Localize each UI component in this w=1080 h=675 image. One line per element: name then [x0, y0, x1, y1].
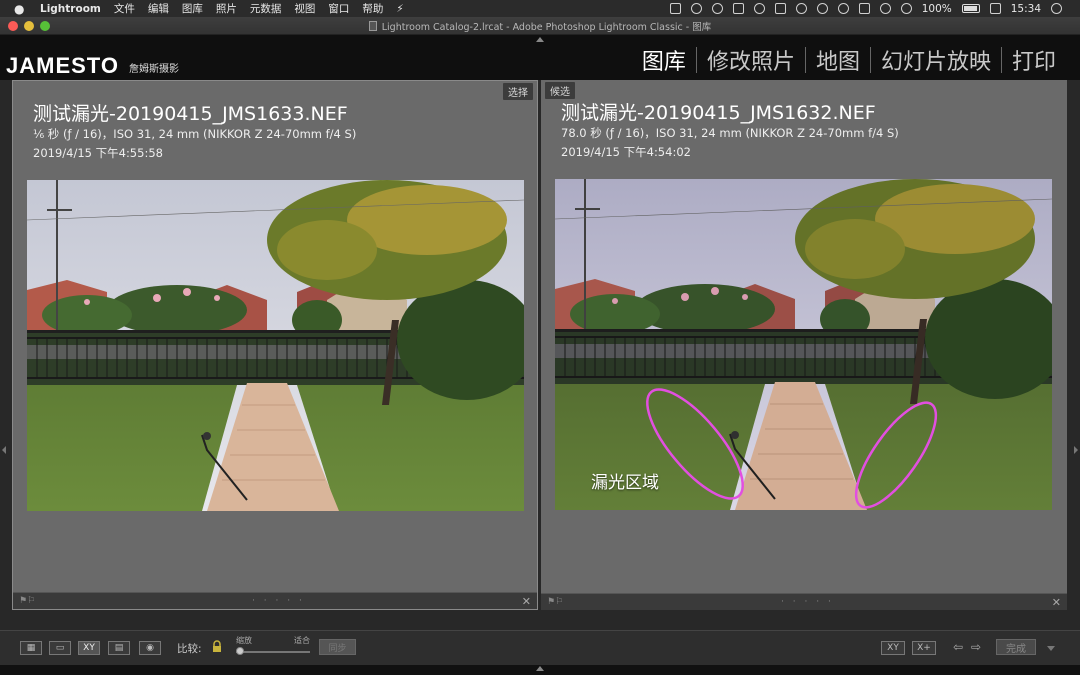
cloud-status-icon[interactable] [711, 3, 723, 14]
done-button[interactable]: 完成 [996, 639, 1036, 655]
flag-status-icon[interactable] [795, 3, 807, 14]
menu-photo[interactable]: 照片 [216, 1, 237, 16]
make-select-icon[interactable]: X+ [912, 641, 936, 655]
identity-subtitle: 詹姆斯摄影 [128, 64, 179, 75]
grid-status-icon[interactable] [669, 3, 681, 14]
search-icon[interactable] [816, 3, 828, 14]
select-tag: 选择 [503, 83, 533, 100]
app-status-icon[interactable] [690, 3, 702, 14]
catalog-doc-icon [368, 20, 377, 31]
flag-icon[interactable]: ⚑⚐ [547, 597, 563, 607]
right-panel-toggle-icon[interactable] [1074, 446, 1078, 454]
s-status-icon[interactable] [732, 3, 744, 14]
traffic-lights [8, 21, 50, 31]
circle-status-icon[interactable] [753, 3, 765, 14]
airplay-icon[interactable] [858, 3, 870, 14]
module-library[interactable]: 图库 [632, 44, 696, 76]
reject-icon[interactable]: ✕ [522, 595, 531, 608]
select-pane[interactable]: 选择 测试漏光-20190415_JMS1633.NEF ⅙ 秒 (ƒ / 16… [12, 80, 538, 610]
select-photo-image [27, 180, 524, 511]
menu-help[interactable]: 帮助 [362, 1, 383, 16]
module-print[interactable]: 打印 [1002, 44, 1066, 76]
switch-icon[interactable] [989, 3, 1001, 14]
select-filename: 测试漏光-20190415_JMS1633.NEF [33, 103, 348, 125]
maximize-window-button[interactable] [40, 21, 50, 31]
module-picker: 图库 修改照片 地图 幻灯片放映 打印 [632, 44, 1066, 76]
menu-view[interactable]: 视图 [294, 1, 315, 16]
candidate-exif: 78.0 秒 (ƒ / 16)，ISO 31, 24 mm (NIKKOR Z … [561, 126, 899, 140]
menu-lightroom[interactable]: Lightroom [40, 3, 101, 15]
menu-edit[interactable]: 编辑 [148, 1, 169, 16]
menu-library[interactable]: 图库 [182, 1, 203, 16]
sync-button[interactable]: 同步 [319, 639, 356, 655]
toolbar-options-icon[interactable] [1047, 646, 1055, 651]
module-develop[interactable]: 修改照片 [697, 44, 805, 76]
lightroom-window: ● Lightroom 文件 编辑 图库 照片 元数据 视图 窗口 帮助 ⚡ 1… [0, 0, 1080, 675]
menu-metadata[interactable]: 元数据 [250, 1, 282, 16]
left-panel-toggle-icon[interactable] [2, 446, 6, 454]
battery-percent: 100% [921, 2, 952, 15]
candidate-filename: 测试漏光-20190415_JMS1632.NEF [561, 102, 876, 124]
apple-icon[interactable]: ● [14, 2, 28, 16]
menu-window[interactable]: 窗口 [328, 1, 349, 16]
wifi-icon[interactable] [900, 3, 912, 14]
module-map[interactable]: 地图 [806, 44, 870, 76]
zoom-min-label: 缩放 [236, 636, 252, 645]
zoom-slider-track[interactable] [236, 651, 310, 653]
notification-icon[interactable] [1051, 3, 1062, 14]
identity-plate: JAMESTO 詹姆斯摄影 [6, 57, 179, 77]
reject-icon[interactable]: ✕ [1052, 596, 1061, 609]
battery-icon[interactable] [961, 4, 980, 13]
rating-dots[interactable]: · · · · · [252, 596, 305, 606]
survey-view-icon[interactable]: ▤ [108, 641, 130, 655]
swap-icon[interactable]: XY [881, 641, 905, 655]
identity-brand: JAMESTO [6, 57, 119, 77]
select-pane-bar: ⚑⚐ · · · · · ✕ [13, 592, 537, 609]
minimize-window-button[interactable] [24, 21, 34, 31]
mac-menubar: ● Lightroom 文件 编辑 图库 照片 元数据 视图 窗口 帮助 ⚡ 1… [0, 0, 1080, 17]
module-slideshow[interactable]: 幻灯片放映 [871, 44, 1001, 76]
close-window-button[interactable] [8, 21, 18, 31]
top-panel-toggle-icon[interactable] [536, 37, 544, 42]
candidate-pane-bar: ⚑⚐ · · · · · ✕ [541, 593, 1067, 610]
window-title-text: Lightroom Catalog-2.lrcat - Adobe Photos… [381, 21, 712, 33]
candidate-tag: 候选 [545, 82, 575, 99]
volume-icon[interactable] [879, 3, 891, 14]
leak-area-label: 漏光区域 [591, 473, 659, 493]
bottom-toolbar: ▦ ▭ XY ▤ ◉ 比较: 缩放 适合 同步 XY X+ ⇦ ⇨ 完成 [0, 630, 1080, 665]
select-date: 2019/4/15 下午4:55:58 [33, 146, 163, 160]
grid-view-icon[interactable]: ▦ [20, 641, 42, 655]
candidate-pane[interactable]: 候选 测试漏光-20190415_JMS1632.NEF 78.0 秒 (ƒ /… [541, 80, 1067, 610]
compare-view-button[interactable]: XY [78, 641, 100, 655]
time-machine-icon[interactable] [837, 3, 849, 14]
previous-arrow-icon[interactable]: ⇦ [953, 640, 963, 654]
candidate-photo[interactable]: 漏光区域 [555, 179, 1052, 510]
window-titlebar: Lightroom Catalog-2.lrcat - Adobe Photos… [0, 17, 1080, 35]
doc-status-icon[interactable] [774, 3, 786, 14]
menu-file[interactable]: 文件 [114, 1, 135, 16]
select-photo[interactable] [27, 180, 524, 511]
window-title: Lightroom Catalog-2.lrcat - Adobe Photos… [368, 19, 712, 33]
bolt-icon[interactable]: ⚡ [396, 3, 403, 15]
select-exif: ⅙ 秒 (ƒ / 16)，ISO 31, 24 mm (NIKKOR Z 24-… [33, 127, 357, 141]
menubar-status-area: 100% 15:34 [669, 2, 1062, 15]
candidate-photo-image [555, 179, 1052, 510]
zoom-slider-labels: 缩放 适合 [236, 635, 310, 646]
candidate-date: 2019/4/15 下午4:54:02 [561, 145, 691, 159]
zoom-max-label: 适合 [294, 636, 310, 645]
compare-view: 选择 测试漏光-20190415_JMS1633.NEF ⅙ 秒 (ƒ / 16… [0, 80, 1080, 630]
rating-dots[interactable]: · · · · · [781, 597, 834, 607]
people-view-icon[interactable]: ◉ [139, 641, 161, 655]
clock[interactable]: 15:34 [1011, 3, 1041, 15]
next-arrow-icon[interactable]: ⇨ [971, 640, 981, 654]
flag-icon[interactable]: ⚑⚐ [19, 596, 35, 606]
filmstrip-toggle-icon[interactable] [536, 666, 544, 671]
compare-label: 比较: [177, 643, 202, 655]
loupe-view-icon[interactable]: ▭ [49, 641, 71, 655]
lock-icon[interactable] [212, 640, 222, 653]
zoom-slider-knob[interactable] [236, 647, 244, 655]
